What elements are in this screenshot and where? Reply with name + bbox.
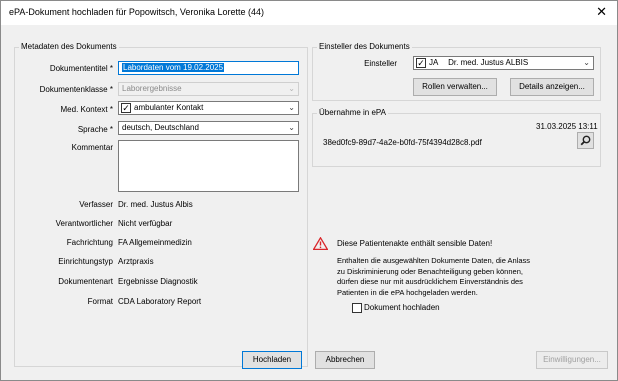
einsteller-value: Dr. med. Justus ALBIS — [448, 58, 529, 67]
manage-roles-button[interactable]: Rollen verwalten... — [413, 78, 497, 96]
document-type-value: Ergebnisse Diagnostik — [118, 277, 198, 286]
document-class-label: Dokumentenklasse * — [39, 85, 113, 94]
responsible-label: Verantwortlicher — [55, 219, 113, 228]
title-bar: ePA-Dokument hochladen für Popowitsch, V… — [1, 1, 617, 25]
facility-type-value: Arztpraxis — [118, 257, 154, 266]
transfer-timestamp: 31.03.2025 13:11 — [536, 122, 598, 131]
metadata-group-label: Metadaten des Dokuments — [19, 42, 119, 51]
uebernahme-group-label: Übernahme in ePA — [317, 108, 388, 117]
warning-headline: Diese Patientenakte enthält sensible Dat… — [337, 239, 493, 248]
language-value: deutsch, Deutschland — [122, 123, 199, 132]
document-title-input[interactable]: Labordaten vom 19.02.2025 — [118, 61, 299, 75]
format-label: Format — [87, 297, 113, 306]
medical-context-label: Med. Kontext * — [60, 105, 114, 114]
upload-document-checkbox[interactable] — [352, 303, 362, 313]
comment-textarea[interactable] — [118, 140, 299, 192]
einsteller-ja: JA — [429, 58, 438, 67]
facility-type-label: Einrichtungstyp — [58, 257, 113, 266]
warning-body: Enthalten die ausgewählten Dokumente Dat… — [337, 256, 531, 297]
consent-button[interactable]: Einwilligungen... — [536, 351, 608, 369]
document-title-label: Dokumententitel * — [49, 64, 113, 73]
show-details-button[interactable]: Details anzeigen... — [510, 78, 594, 96]
document-class-select[interactable]: Laborergebnisse ⌄ — [118, 82, 299, 96]
upload-button[interactable]: Hochladen — [242, 351, 302, 369]
specialty-value: FA Allgemeinmedizin — [118, 238, 192, 247]
document-title-value: Labordaten vom 19.02.2025 — [122, 63, 225, 72]
chevron-down-icon: ⌄ — [288, 123, 295, 132]
comment-label: Kommentar — [71, 143, 113, 152]
language-select[interactable]: deutsch, Deutschland ⌄ — [118, 121, 299, 135]
einsteller-select[interactable]: ✓ JA Dr. med. Justus ALBIS ⌄ — [413, 56, 594, 70]
cancel-button[interactable]: Abbrechen — [315, 351, 375, 369]
einsteller-group-label: Einsteller des Dokuments — [317, 42, 412, 51]
author-label: Verfasser — [79, 200, 113, 209]
transfer-filename: 38ed0fc9-89d7-4a2e-b0fd-75f4394d28c8.pdf — [323, 138, 482, 147]
format-value: CDA Laboratory Report — [118, 297, 202, 306]
magnifier-icon[interactable] — [577, 132, 594, 149]
chevron-down-icon: ⌄ — [288, 103, 295, 112]
upload-document-checkbox-label: Dokument hochladen — [364, 303, 440, 312]
medical-context-value: ambulanter Kontakt — [134, 103, 204, 112]
close-icon[interactable]: ✕ — [596, 4, 607, 20]
specialty-label: Fachrichtung — [66, 238, 113, 247]
document-class-value: Laborergebnisse — [122, 84, 182, 93]
chevron-down-icon: ⌄ — [583, 58, 590, 67]
author-value: Dr. med. Justus Albis — [118, 200, 193, 209]
language-label: Sprache * — [77, 125, 113, 134]
medical-context-select[interactable]: ✓ ambulanter Kontakt ⌄ — [118, 101, 299, 115]
responsible-value: Nicht verfügbar — [118, 219, 173, 228]
einsteller-label: Einsteller — [364, 59, 397, 68]
check-icon: ✓ — [121, 103, 131, 113]
window-title: ePA-Dokument hochladen für Popowitsch, V… — [9, 7, 264, 17]
warning-triangle-icon — [312, 236, 329, 252]
upload-dialog: ePA-Dokument hochladen für Popowitsch, V… — [0, 0, 618, 381]
check-icon: ✓ — [416, 58, 426, 68]
document-type-label: Dokumentenart — [58, 277, 113, 286]
chevron-down-icon: ⌄ — [288, 84, 295, 93]
